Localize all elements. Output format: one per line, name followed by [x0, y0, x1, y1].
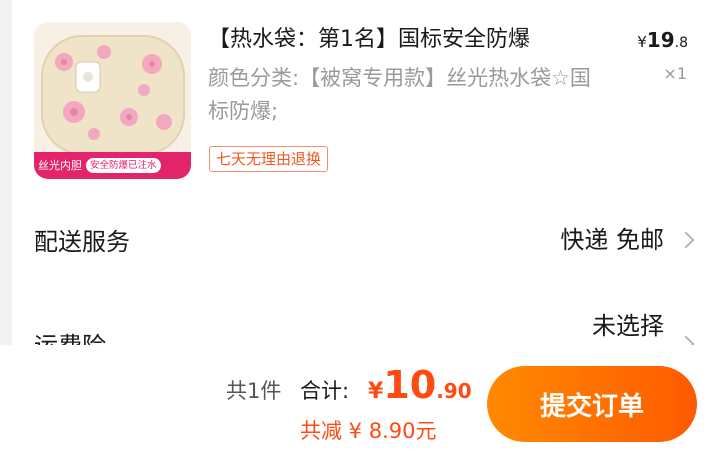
total-label: 合计:	[300, 379, 350, 403]
product-title[interactable]: 【热水袋：第1名】国标安全防爆	[208, 24, 628, 56]
order-item-card: 丝光内胆 安全防爆已注水 【热水袋：第1名】国标安全防爆 ¥19.8 ×1 颜色…	[12, 0, 720, 345]
chevron-right-icon	[677, 335, 695, 345]
discount-amount: 共减 ¥ 8.90元	[300, 419, 437, 443]
submit-order-button[interactable]: 提交订单	[487, 366, 697, 442]
delivery-label: 配送服务	[34, 228, 130, 256]
insurance-label: 运费险	[34, 326, 106, 345]
item-count: 共1件	[226, 379, 282, 403]
thumbnail-badge-main: 丝光内胆	[38, 159, 82, 172]
quantity: ×1	[663, 64, 687, 83]
sku-description: 颜色分类:【被窝专用款】丝光热水袋☆国标防爆;	[208, 66, 591, 123]
total-integer: 10	[383, 363, 437, 407]
total-currency: ¥	[368, 379, 384, 404]
thumbnail-badge-sub: 安全防爆已注水	[86, 157, 161, 174]
shipping-insurance-row[interactable]: 运费险 未选择	[12, 306, 720, 345]
price-integer: 19	[646, 28, 675, 52]
price-currency: ¥	[637, 33, 647, 51]
return-policy-tag: 七天无理由退换	[209, 146, 329, 172]
product-thumbnail[interactable]: 丝光内胆 安全防爆已注水	[34, 22, 191, 179]
checkout-bar: 共1件 合计: ¥10.90 共减 ¥ 8.90元 提交订单	[0, 345, 720, 475]
insurance-value: 未选择	[592, 312, 664, 340]
chevron-right-icon	[677, 231, 695, 249]
delivery-service-row[interactable]: 配送服务 快递 免邮	[12, 218, 720, 258]
thumbnail-badge: 丝光内胆 安全防爆已注水	[34, 152, 191, 179]
delivery-value: 快递 免邮	[560, 226, 664, 254]
total-decimal: .90	[436, 379, 472, 403]
price-decimal: .8	[674, 35, 688, 51]
total-amount: ¥10.90	[368, 363, 472, 407]
unit-price: ¥19.8	[637, 28, 688, 52]
